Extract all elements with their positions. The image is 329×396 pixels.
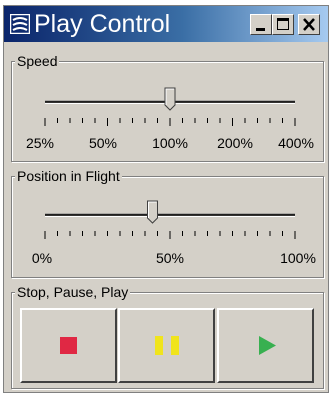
minimize-button[interactable] <box>250 14 272 35</box>
position-slider-thumb[interactable] <box>147 200 158 224</box>
maximize-button[interactable] <box>272 14 294 35</box>
speed-tick-label: 25% <box>25 135 55 151</box>
play-button[interactable] <box>217 308 314 383</box>
maximize-icon <box>277 18 289 30</box>
speed-slider-thumb[interactable] <box>164 87 176 111</box>
stop-icon <box>60 337 77 354</box>
speed-tick-label: 200% <box>217 135 253 151</box>
close-icon <box>303 18 315 31</box>
speed-group: Speed 25% 50% 100% 200% 400% <box>11 53 324 162</box>
stop-button[interactable] <box>20 308 117 383</box>
speed-ticks <box>44 118 296 126</box>
position-tick-label: 50% <box>155 250 185 266</box>
position-tick-label: 0% <box>31 250 53 266</box>
speed-tick-label: 400% <box>278 135 314 151</box>
position-group: Position in Flight 0% 50% 100% <box>11 168 324 278</box>
pause-icon <box>155 336 179 355</box>
speed-tick-label: 100% <box>152 135 188 151</box>
playback-legend: Stop, Pause, Play <box>15 284 131 300</box>
position-tick-label: 100% <box>280 250 316 266</box>
close-button[interactable] <box>298 14 320 35</box>
pause-button[interactable] <box>118 308 215 383</box>
play-control-window: Play Control Speed 25% 50% 100% 200% 400… <box>3 5 329 393</box>
playback-group: Stop, Pause, Play <box>11 284 324 389</box>
window-title: Play Control <box>34 10 171 38</box>
app-icon <box>10 14 30 34</box>
play-icon <box>259 336 276 355</box>
position-ticks <box>44 231 296 239</box>
minimize-icon <box>256 28 265 31</box>
speed-tick-label: 50% <box>88 135 118 151</box>
title-bar[interactable]: Play Control <box>4 6 328 42</box>
